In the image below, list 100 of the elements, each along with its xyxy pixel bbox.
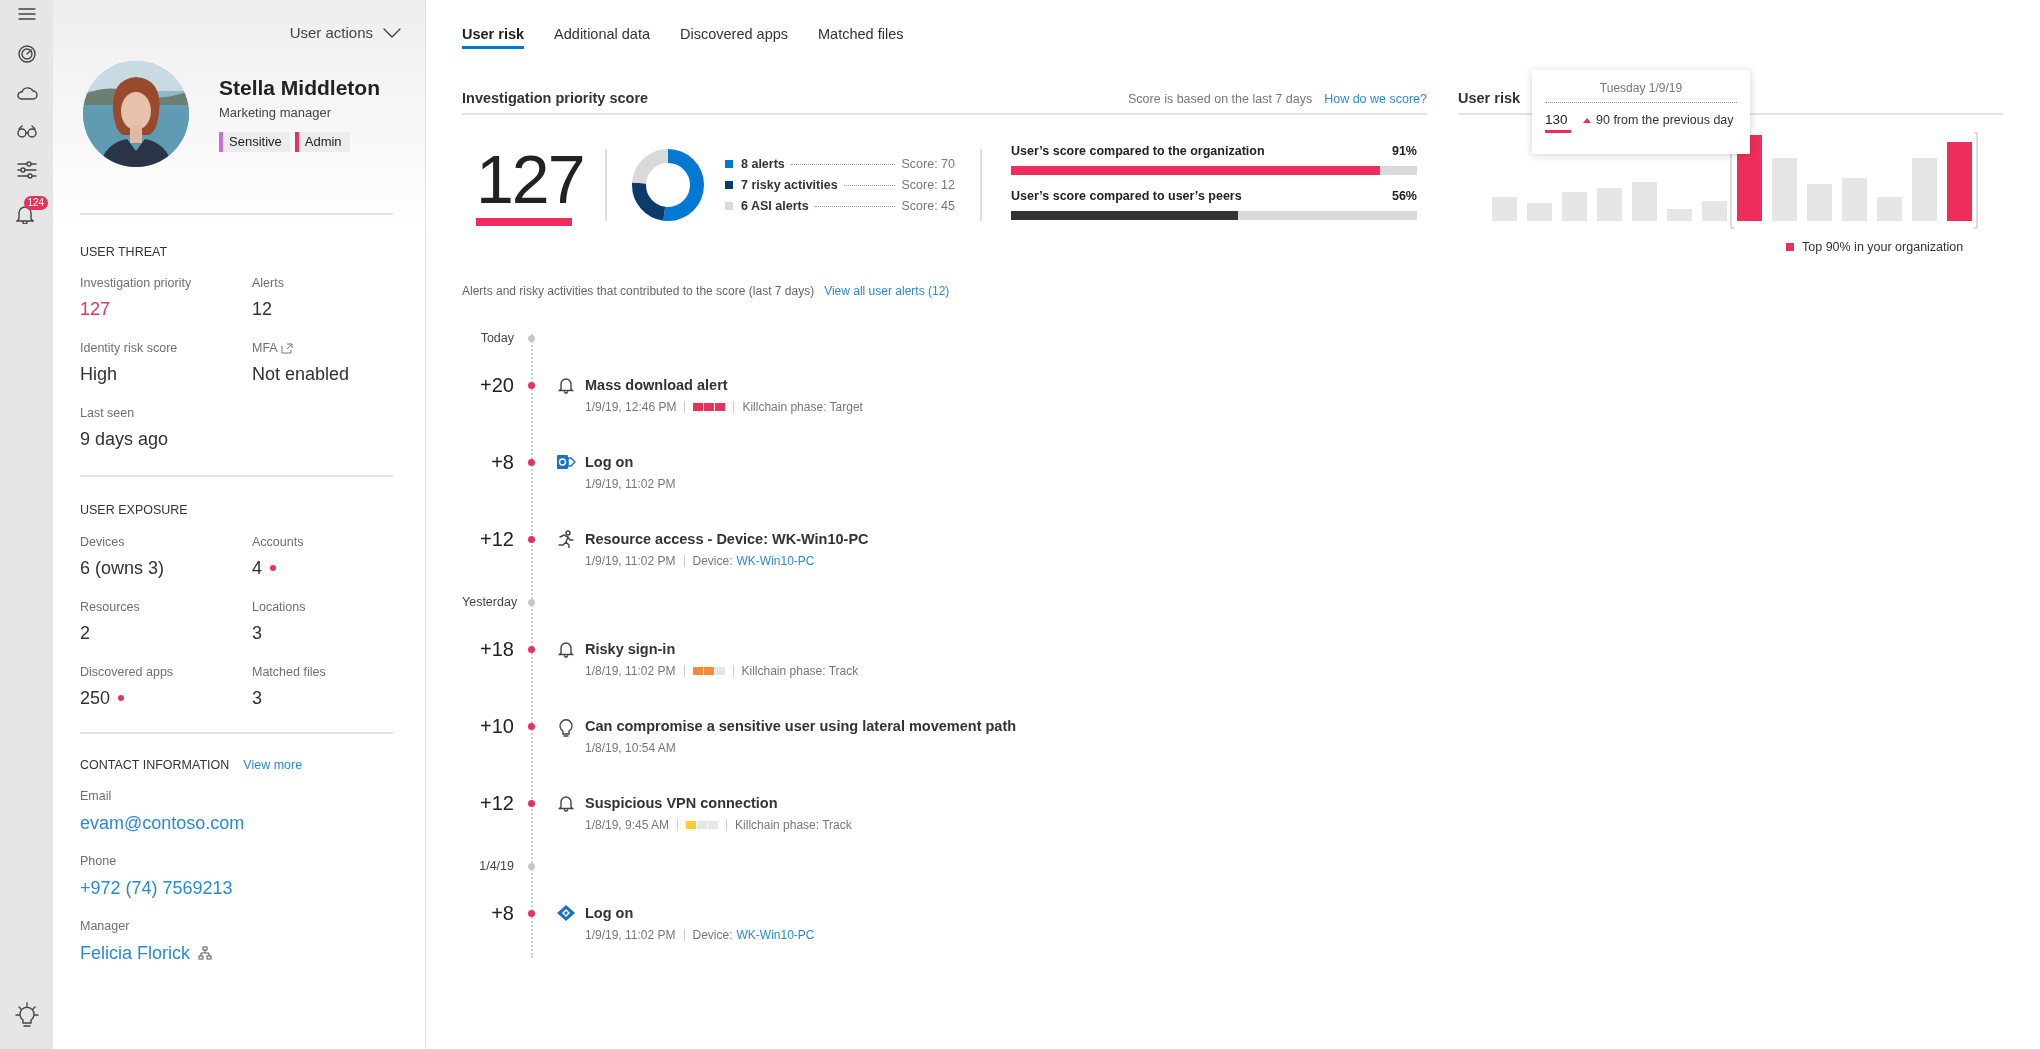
comparison-percent: 56% (1391, 188, 1417, 205)
cloud-icon[interactable] (15, 86, 38, 102)
tooltip-date: Tuesday 1/9/19 (1598, 80, 1684, 97)
comparison-label: User’s score compared to the organization (1011, 143, 1265, 161)
legend-label: Top 90% in your organization (1802, 239, 1964, 256)
lightbulb-icon (558, 717, 574, 737)
how-do-we-score-link[interactable]: How do we score? (1324, 89, 1427, 109)
field-value: High (80, 363, 118, 387)
event-title: Mass download alert (585, 376, 729, 395)
legend-label: 6 ASI alerts (741, 197, 809, 215)
notification-badge: 124 (23, 196, 49, 210)
field-value: 6 (owns 3) (80, 557, 165, 580)
tab[interactable]: Matched files (818, 22, 904, 49)
field-label: Manager (80, 918, 130, 936)
event-title: Suspicious VPN connection (585, 794, 779, 813)
event-time: 1/9/19, 11:02 PM (585, 553, 676, 570)
tab[interactable]: User risk (462, 22, 525, 49)
app-logo-icon (556, 453, 576, 471)
field-value: 3 (252, 622, 262, 645)
field-value: Not enabled (252, 363, 350, 387)
tag-label: Sensitive (229, 133, 282, 152)
tag-label: Admin (304, 133, 342, 152)
value-underline (1545, 129, 1571, 133)
job-title: Marketing manager (219, 103, 332, 122)
bell-icon (558, 794, 574, 812)
field-value: 250 (80, 687, 111, 710)
field-value: 12 (252, 298, 273, 322)
contact-link[interactable]: evam@contoso.com (80, 810, 245, 835)
chevron-down-icon (383, 28, 401, 39)
field-label: Accounts (252, 533, 304, 551)
event-time: 1/9/19, 12:46 PM (585, 399, 677, 416)
score-points: +10 (480, 714, 514, 738)
device-label: Device: (692, 927, 733, 944)
score-points: +8 (491, 450, 514, 474)
section-heading: USER EXPOSURE (80, 502, 189, 520)
field-label: Resources (80, 598, 140, 616)
event-time: 1/9/19, 11:02 PM (585, 476, 676, 493)
gauge-icon[interactable] (16, 44, 37, 64)
field-label: Alerts (252, 274, 284, 292)
tab[interactable]: Additional data (554, 22, 650, 49)
event-title: Resource access - Device: WK-Win10-PC (585, 530, 869, 549)
score-points: +8 (491, 901, 514, 925)
field-label: Discovered apps (80, 663, 174, 681)
field-label: Investigation priority (80, 274, 192, 292)
event-title: Log on (585, 904, 635, 923)
view-more-link[interactable]: View more (243, 756, 303, 775)
notifications-icon[interactable] (15, 204, 34, 224)
menu-icon[interactable] (16, 6, 37, 22)
legend-score: Score: 12 (901, 176, 955, 194)
field-value: 127 (80, 298, 111, 322)
score-points: +20 (480, 373, 514, 397)
killchain-phase: Killchain phase: Track (741, 663, 859, 680)
user-actions-button[interactable]: User actions (289, 22, 401, 45)
field-label: Email (80, 788, 112, 806)
bell-icon (558, 376, 574, 394)
legend-score: Score: 70 (901, 155, 955, 173)
comparison-label: User’s score compared to user’s peers (1011, 188, 1242, 205)
tooltip-change: 90 from the previous day (1596, 112, 1734, 129)
running-figure-icon (556, 530, 576, 548)
event-title: Can compromise a sensitive user using lateral movement path (585, 717, 1017, 736)
priority-score: 127 (476, 144, 585, 214)
field-value: 3 (252, 687, 262, 710)
score-points: +12 (480, 791, 514, 815)
field-label: Matched files (252, 663, 326, 681)
up-arrow-icon (1583, 117, 1591, 124)
section-title: Investigation priority score (462, 89, 649, 109)
comparison-percent: 91% (1391, 143, 1417, 161)
field-value: 2 (80, 622, 90, 645)
glasses-icon[interactable] (15, 124, 38, 138)
external-link-icon[interactable] (280, 342, 293, 354)
view-alerts-link[interactable]: View all user alerts (12) (824, 282, 950, 300)
field-label: Last seen (80, 404, 135, 422)
killchain-phase: Killchain phase: Target (742, 399, 863, 416)
contribution-note: Alerts and risky activities that contributed to the score (last 7 days) (462, 283, 815, 300)
timeline-date: Today (479, 330, 514, 348)
field-label: Locations (252, 598, 306, 616)
contact-link[interactable]: +972 (74) 7569213 (80, 875, 233, 900)
score-points: +18 (480, 637, 514, 661)
legend-score: Score: 45 (901, 197, 955, 215)
field-label: Devices (80, 533, 125, 551)
score-points: +12 (480, 527, 514, 551)
tab[interactable]: Discovered apps (680, 22, 788, 49)
field-label: MFA (252, 339, 278, 357)
field-label: Identity risk score (80, 339, 178, 357)
contact-link[interactable]: Felicia Florick (80, 940, 190, 965)
org-chart-icon[interactable] (198, 945, 212, 960)
diamond-logo-icon (556, 904, 576, 922)
user-name: Stella Middleton (219, 74, 380, 101)
device-link[interactable]: WK-Win10-PC (736, 552, 815, 570)
section-heading: USER THREAT (80, 243, 169, 261)
legend-label: 7 risky activities (741, 176, 838, 194)
section-heading: CONTACT INFORMATION (80, 757, 230, 774)
bell-icon (558, 640, 574, 658)
event-title: Risky sign-in (585, 640, 677, 659)
device-link[interactable]: WK-Win10-PC (736, 926, 815, 944)
sliders-icon[interactable] (15, 160, 38, 180)
tooltip-value: 130 (1545, 111, 1569, 128)
event-time: 1/8/19, 11:02 PM (585, 663, 676, 680)
section-title: User risk (1458, 89, 1521, 109)
score-note: Score is based on the last 7 days (1128, 90, 1313, 108)
